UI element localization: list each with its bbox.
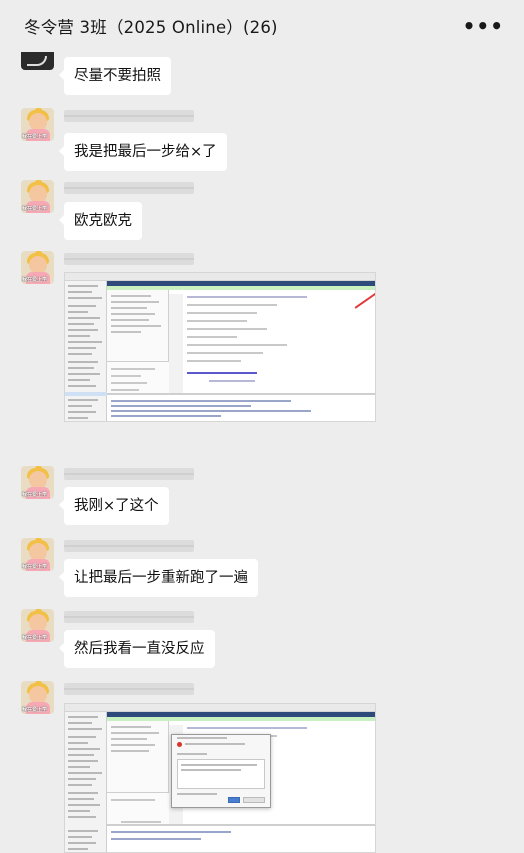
chat-title: 冬令营 3班（2025 Online）(26) [24, 18, 278, 37]
cancel-button[interactable] [243, 797, 265, 803]
avatar-caption: 我在爱上学 [22, 707, 48, 713]
message-bubble[interactable]: 欧克欧克 [59, 202, 142, 240]
avatar[interactable]: 我在爱上学 [21, 108, 54, 141]
message-bubble[interactable]: 然后我看一直没反应 [59, 630, 215, 668]
error-icon [177, 742, 182, 747]
chat-header: 冬令营 3班（2025 Online）(26) ••• [0, 0, 524, 52]
avatar[interactable]: 我在爱上学 [21, 466, 54, 499]
avatar-caption: 我在爱上学 [22, 277, 48, 283]
sender-name-redacted [64, 611, 194, 623]
image-message-ide-dialog-screenshot[interactable] [64, 703, 376, 853]
avatar[interactable] [21, 52, 54, 70]
sender-name-redacted [64, 182, 194, 194]
avatar[interactable]: 我在爱上学 [21, 538, 54, 571]
avatar[interactable]: 我在爱上学 [21, 681, 54, 714]
avatar-caption: 我在爱上学 [22, 206, 48, 212]
avatar-caption: 我在爱上学 [22, 635, 48, 641]
message-bubble[interactable]: 我刚×了这个 [59, 487, 169, 525]
sender-name-redacted [64, 110, 194, 122]
avatar-caption: 我在爱上学 [22, 492, 48, 498]
message-bubble[interactable]: 我是把最后一步给×了 [59, 133, 227, 171]
sender-name-redacted [64, 540, 194, 552]
avatar[interactable]: 我在爱上学 [21, 180, 54, 213]
avatar-caption: 我在爱上学 [22, 564, 48, 570]
avatar[interactable]: 我在爱上学 [21, 251, 54, 284]
message-bubble[interactable]: 尽量不要拍照 [59, 57, 171, 95]
message-list[interactable]: 尽量不要拍照 我在爱上学 我是把最后一步给×了 我在爱上学 欧克欧克 我在爱上学 [0, 52, 524, 853]
avatar-caption: 我在爱上学 [22, 134, 48, 140]
sender-name-redacted [64, 253, 194, 265]
avatar[interactable]: 我在爱上学 [21, 609, 54, 642]
ok-button[interactable] [228, 797, 240, 803]
more-dots-icon[interactable]: ••• [463, 14, 504, 38]
message-bubble[interactable]: 让把最后一步重新跑了一遍 [59, 559, 258, 597]
error-dialog [171, 734, 271, 808]
image-message-ide-screenshot[interactable] [64, 272, 376, 422]
avatar-graphic-icon [27, 56, 47, 66]
sender-name-redacted [64, 468, 194, 480]
sender-name-redacted [64, 683, 194, 695]
